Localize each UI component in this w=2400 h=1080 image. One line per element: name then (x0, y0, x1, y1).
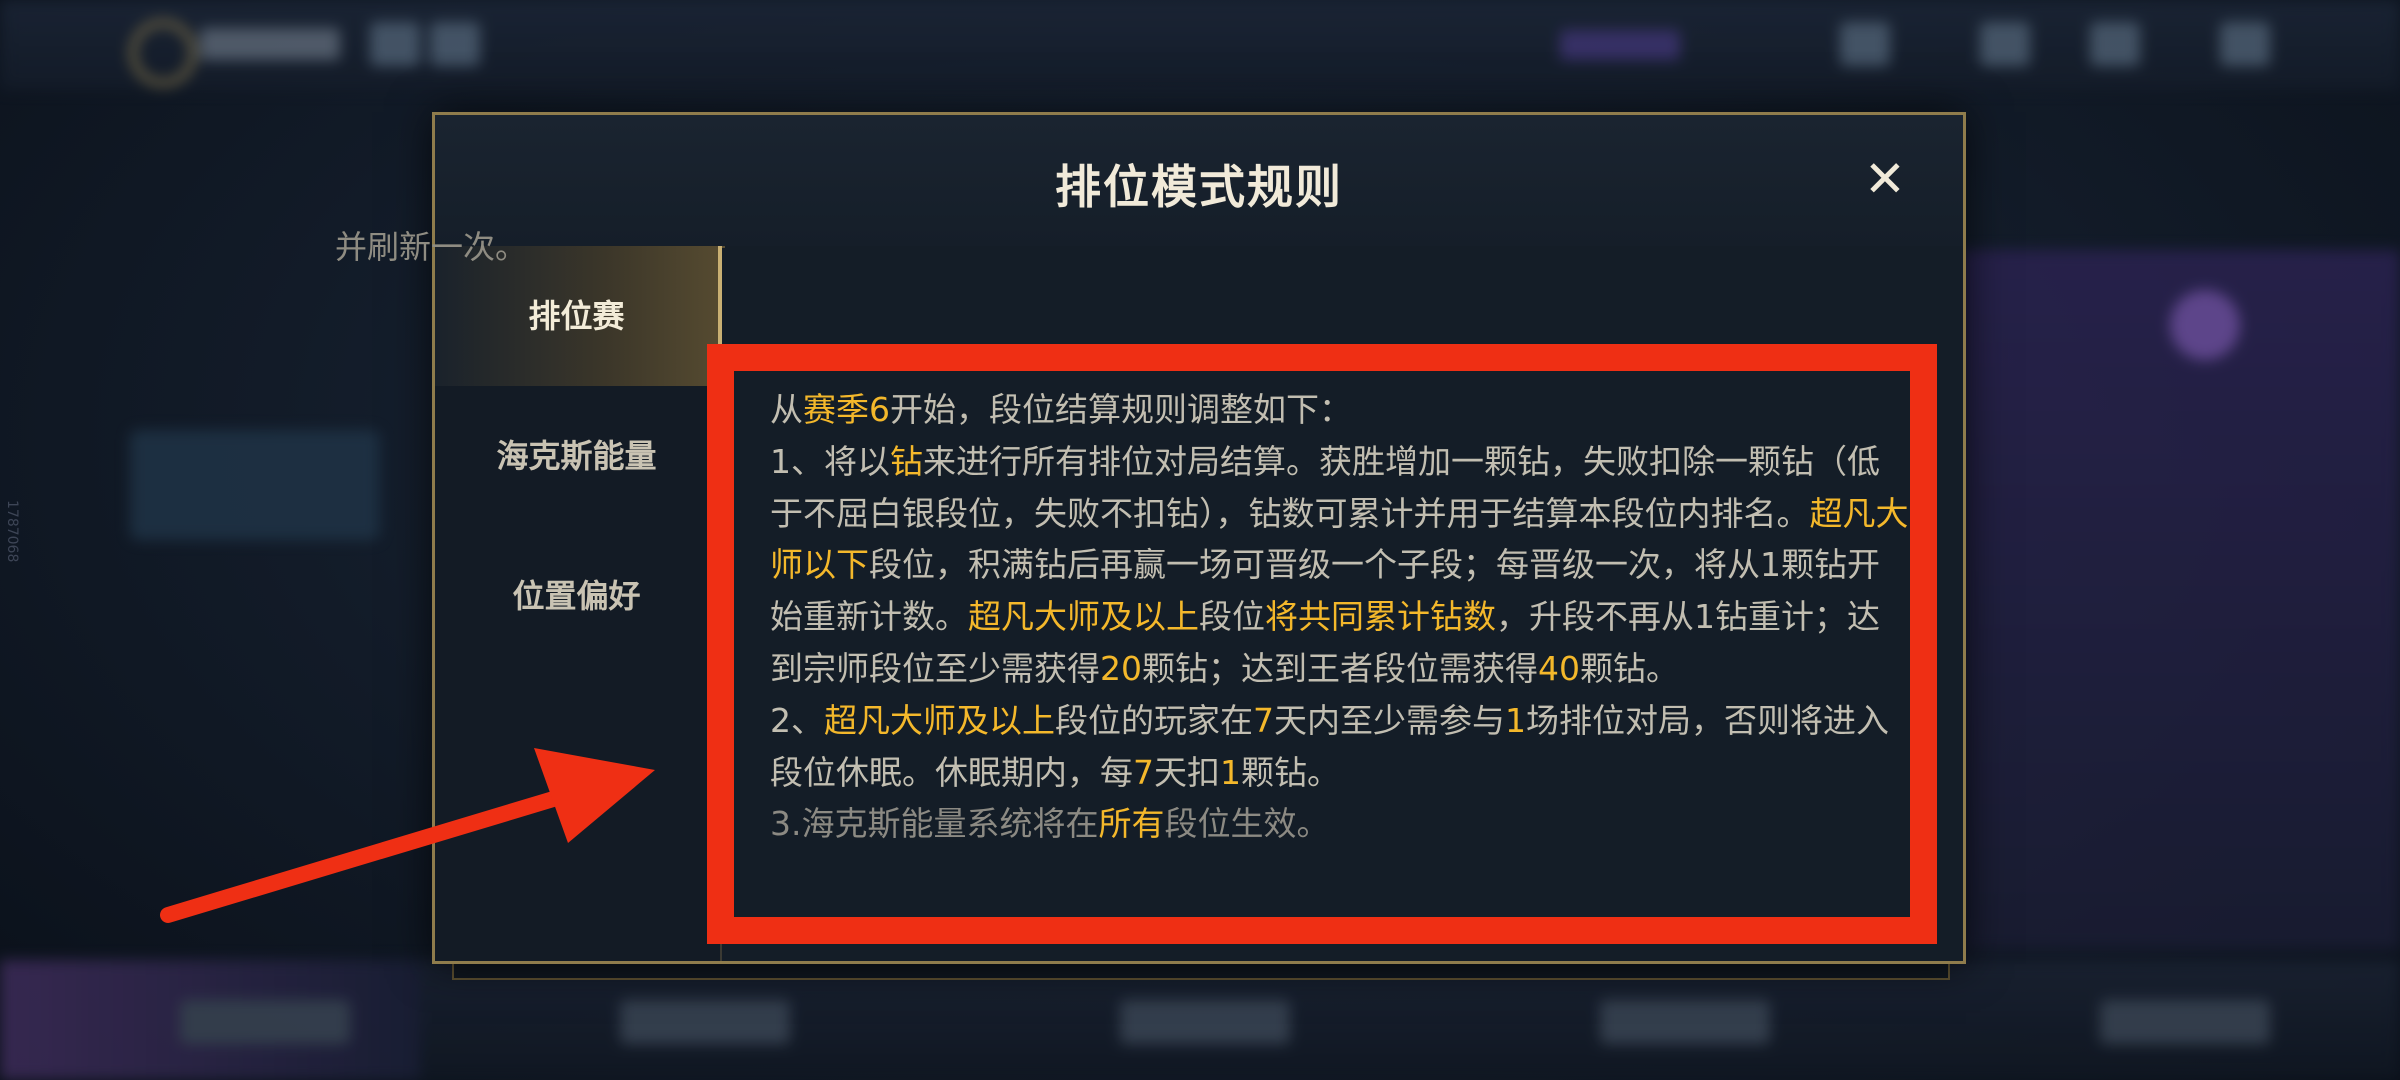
annotation-arrow-icon (160, 748, 655, 923)
